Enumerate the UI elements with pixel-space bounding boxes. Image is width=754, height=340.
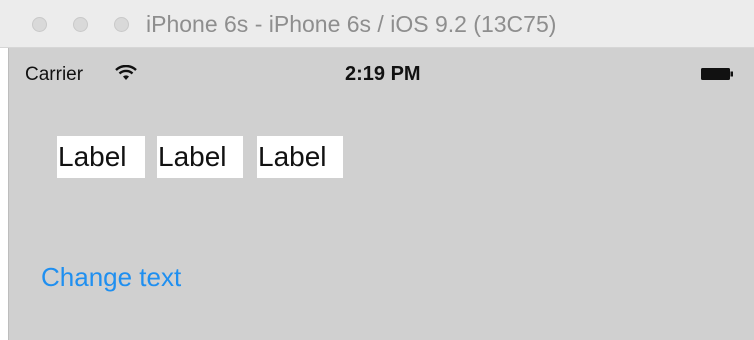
label-3: Label [257,136,343,178]
carrier-label: Carrier [25,64,84,85]
label-1: Label [57,136,145,178]
zoom-window-button[interactable] [114,17,129,32]
wifi-icon [115,65,137,80]
window-title: iPhone 6s - iPhone 6s / iOS 9.2 (13C75) [146,11,557,37]
minimize-window-button[interactable] [73,17,88,32]
device-screen: Carrier 2:19 PM Label Label Label Change… [8,48,754,340]
status-bar: Carrier 2:19 PM [9,48,754,98]
window-titlebar: iPhone 6s - iPhone 6s / iOS 9.2 (13C75) [0,0,754,48]
battery-full-icon [701,68,733,80]
close-window-button[interactable] [32,17,47,32]
label-2: Label [157,136,243,178]
status-time: 2:19 PM [345,63,421,85]
simulator-window: iPhone 6s - iPhone 6s / iOS 9.2 (13C75) … [0,0,754,340]
change-text-button[interactable]: Change text [41,262,181,293]
